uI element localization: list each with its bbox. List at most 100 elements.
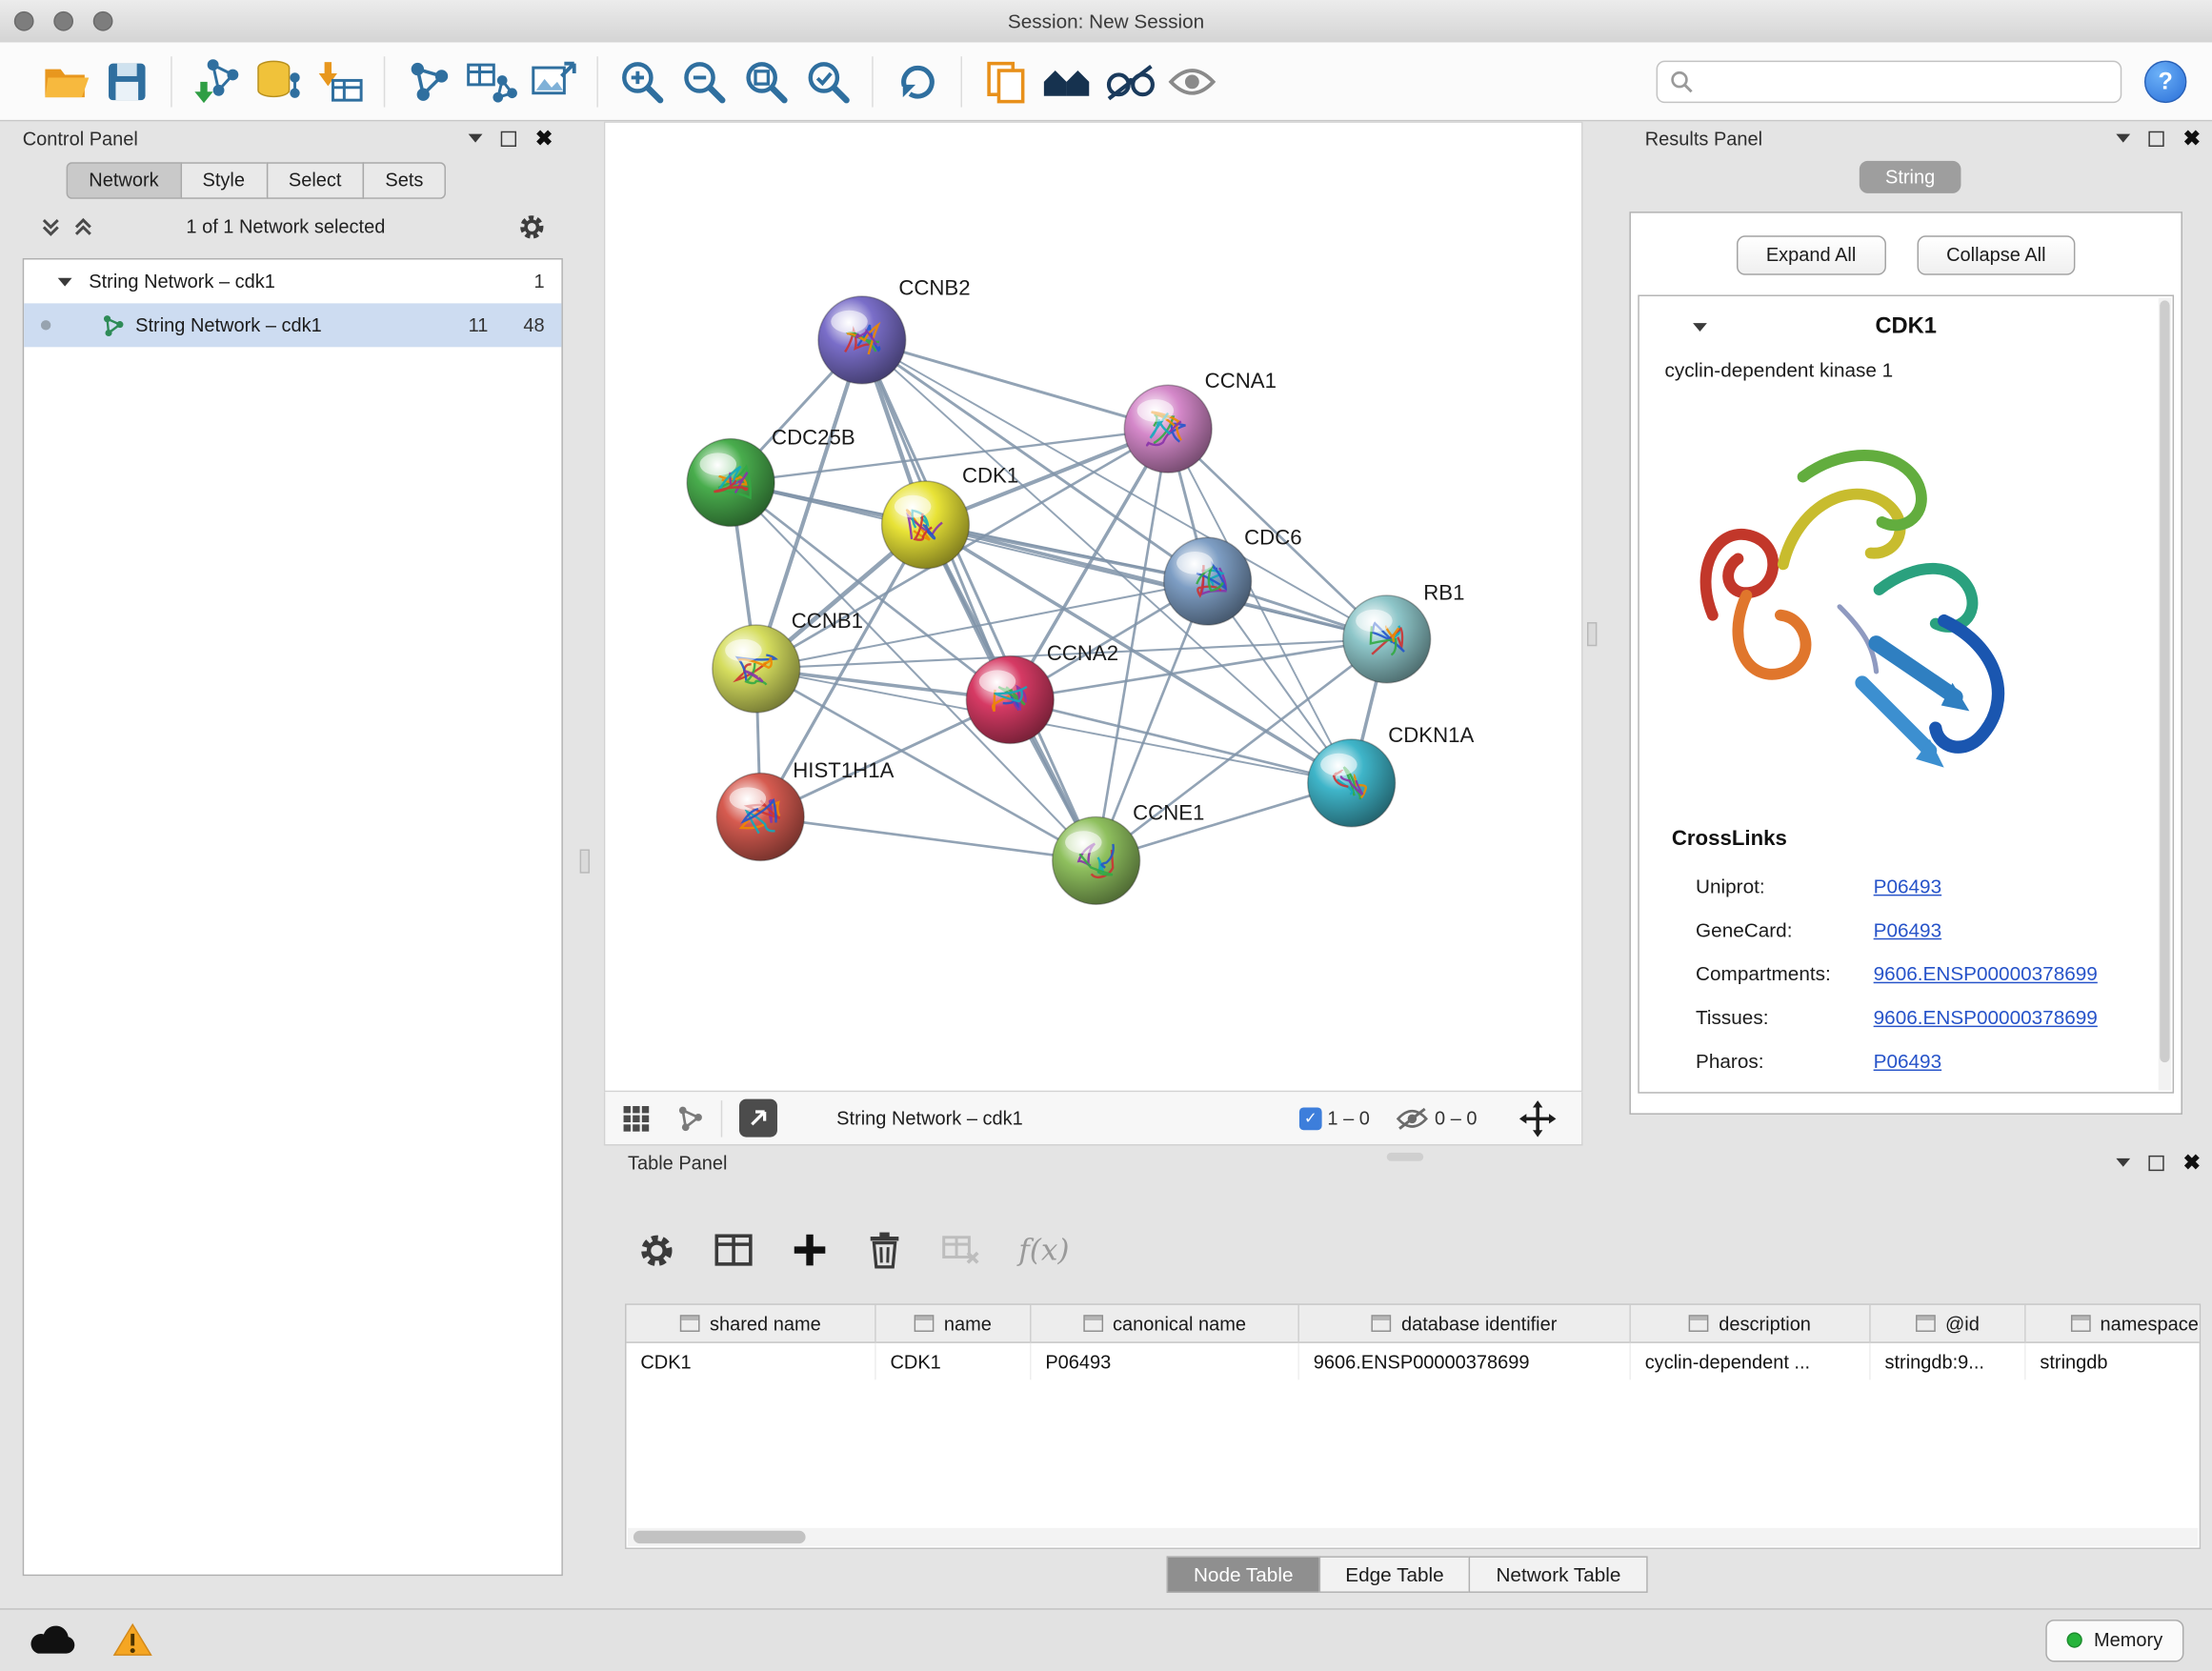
close-panel-icon[interactable]: ✖ bbox=[535, 128, 553, 149]
export-image-button[interactable] bbox=[522, 51, 584, 111]
crosslink-value-link[interactable]: P06493 bbox=[1874, 1049, 1941, 1072]
table-settings-gear-icon[interactable] bbox=[637, 1231, 675, 1269]
close-panel-icon[interactable]: ✖ bbox=[2183, 128, 2202, 149]
panel-menu-icon[interactable] bbox=[2117, 134, 2131, 143]
network-node-rb1[interactable] bbox=[1343, 595, 1431, 683]
scrollbar-thumb[interactable] bbox=[633, 1531, 806, 1543]
warning-icon[interactable] bbox=[112, 1622, 151, 1658]
crosslink-value-link[interactable]: 9606.ENSP00000378699 bbox=[1874, 961, 2098, 984]
hide-selected-button[interactable] bbox=[1099, 51, 1161, 111]
search-box[interactable] bbox=[1657, 60, 2122, 102]
column-header-name[interactable]: name bbox=[876, 1305, 1032, 1342]
network-canvas[interactable]: CCNB2CCNA1CDC25BCDK1CDC6RB1CCNB1CCNA2CDK… bbox=[604, 121, 1583, 1092]
network-node-ccnb2[interactable] bbox=[818, 296, 906, 384]
column-header-canonical-name[interactable]: canonical name bbox=[1032, 1305, 1299, 1342]
network-collection-row[interactable]: String Network – cdk1 1 bbox=[24, 259, 561, 303]
open-session-button[interactable] bbox=[34, 51, 96, 111]
network-node-ccna2[interactable] bbox=[966, 656, 1054, 744]
network-node-hist1h1a[interactable] bbox=[716, 774, 804, 861]
table-row[interactable]: CDK1CDK1P064939606.ENSP00000378699cyclin… bbox=[627, 1343, 2202, 1380]
zoom-selected-button[interactable] bbox=[797, 51, 859, 111]
import-network-database-button[interactable] bbox=[247, 51, 309, 111]
delete-column-trash-icon[interactable] bbox=[866, 1230, 903, 1269]
tab-network-table[interactable]: Network Table bbox=[1469, 1556, 1647, 1593]
tab-node-table[interactable]: Node Table bbox=[1167, 1556, 1320, 1593]
table-cell[interactable]: stringdb bbox=[2026, 1343, 2202, 1380]
network-node-cdkn1a[interactable] bbox=[1308, 739, 1396, 827]
right-splitter-handle[interactable] bbox=[1587, 622, 1597, 646]
add-column-icon[interactable] bbox=[792, 1232, 829, 1269]
import-network-file-button[interactable] bbox=[185, 51, 247, 111]
birdseye-view-button[interactable] bbox=[739, 1099, 777, 1137]
panel-menu-icon[interactable] bbox=[2117, 1158, 2131, 1167]
memory-button[interactable]: Memory bbox=[2046, 1619, 2184, 1661]
tab-select[interactable]: Select bbox=[266, 162, 364, 199]
title-bar[interactable]: Session: New Session bbox=[0, 0, 2212, 44]
protein-section-header[interactable]: CDK1 bbox=[1639, 296, 2173, 358]
home-button[interactable] bbox=[1036, 51, 1098, 111]
table-cell[interactable]: CDK1 bbox=[627, 1343, 876, 1380]
table-cell[interactable]: cyclin-dependent ... bbox=[1631, 1343, 1871, 1380]
section-collapse-icon[interactable] bbox=[1693, 323, 1707, 332]
cloud-icon[interactable] bbox=[29, 1623, 76, 1658]
float-panel-icon[interactable] bbox=[2149, 131, 2164, 146]
panel-menu-icon[interactable] bbox=[469, 134, 483, 143]
crosslink-value-link[interactable]: 9606.ENSP00000378699 bbox=[1874, 1005, 2098, 1028]
gear-icon[interactable] bbox=[517, 213, 546, 242]
table-cell[interactable]: 9606.ENSP00000378699 bbox=[1299, 1343, 1631, 1380]
table-horizontal-scrollbar[interactable] bbox=[628, 1528, 2198, 1546]
help-button[interactable]: ? bbox=[2144, 60, 2186, 102]
results-scrollbar[interactable] bbox=[2159, 297, 2171, 1090]
column-header-namespace[interactable]: namespace bbox=[2026, 1305, 2202, 1342]
column-header-database-identifier[interactable]: database identifier bbox=[1299, 1305, 1631, 1342]
zoom-out-button[interactable] bbox=[673, 51, 734, 111]
hidden-eye-slash-icon[interactable] bbox=[1396, 1105, 1430, 1131]
tab-sets[interactable]: Sets bbox=[363, 162, 446, 199]
search-input[interactable] bbox=[1695, 63, 2121, 100]
column-header--id[interactable]: @id bbox=[1871, 1305, 2026, 1342]
tab-edge-table[interactable]: Edge Table bbox=[1318, 1556, 1471, 1593]
network-edge[interactable] bbox=[862, 340, 1168, 429]
show-all-button[interactable] bbox=[1161, 51, 1223, 111]
results-tab-string[interactable]: String bbox=[1860, 161, 1961, 193]
network-row-selected[interactable]: String Network – cdk1 11 48 bbox=[24, 303, 561, 347]
network-node-ccne1[interactable] bbox=[1053, 816, 1140, 904]
zoom-in-button[interactable] bbox=[611, 51, 673, 111]
network-node-ccnb1[interactable] bbox=[713, 625, 800, 713]
pan-crosshair-icon[interactable] bbox=[1519, 1099, 1557, 1137]
column-header-shared-name[interactable]: shared name bbox=[627, 1305, 876, 1342]
show-columns-icon[interactable] bbox=[714, 1232, 753, 1269]
save-session-button[interactable] bbox=[96, 51, 158, 111]
crosslink-value-link[interactable]: P06493 bbox=[1874, 874, 1941, 896]
new-network-icon bbox=[404, 55, 454, 106]
network-node-cdc6[interactable] bbox=[1164, 537, 1252, 625]
refresh-view-button[interactable] bbox=[886, 51, 948, 111]
zoom-fit-button[interactable] bbox=[735, 51, 797, 111]
new-network-button[interactable] bbox=[398, 51, 460, 111]
copy-button[interactable] bbox=[975, 51, 1036, 111]
network-edge[interactable] bbox=[862, 340, 1096, 860]
network-edge[interactable] bbox=[760, 816, 1096, 860]
column-header-description[interactable]: description bbox=[1631, 1305, 1871, 1342]
selected-nodes-checkbox-icon[interactable]: ✓ bbox=[1299, 1107, 1322, 1130]
table-cell[interactable]: stringdb:9... bbox=[1871, 1343, 2026, 1380]
network-view-icon[interactable] bbox=[675, 1104, 704, 1133]
expand-all-button[interactable]: Expand All bbox=[1737, 235, 1886, 274]
float-panel-icon[interactable] bbox=[2149, 1155, 2164, 1170]
tab-network[interactable]: Network bbox=[67, 162, 182, 199]
collapse-all-button[interactable]: Collapse All bbox=[1917, 235, 2076, 274]
crosslink-value-link[interactable]: P06493 bbox=[1874, 917, 1941, 940]
float-panel-icon[interactable] bbox=[501, 131, 516, 146]
table-cell[interactable]: CDK1 bbox=[876, 1343, 1032, 1380]
tab-style[interactable]: Style bbox=[180, 162, 268, 199]
table-cell[interactable]: P06493 bbox=[1032, 1343, 1299, 1380]
left-splitter-handle[interactable] bbox=[580, 850, 590, 874]
network-node-cdk1[interactable] bbox=[882, 481, 970, 569]
network-node-ccna1[interactable] bbox=[1124, 385, 1212, 473]
network-node-cdc25b[interactable] bbox=[687, 439, 774, 527]
grid-view-icon[interactable] bbox=[622, 1104, 651, 1133]
network-from-table-button[interactable] bbox=[460, 51, 522, 111]
tree-expand-icon[interactable] bbox=[58, 277, 72, 286]
close-panel-icon[interactable]: ✖ bbox=[2183, 1152, 2202, 1173]
import-table-button[interactable] bbox=[309, 51, 371, 111]
